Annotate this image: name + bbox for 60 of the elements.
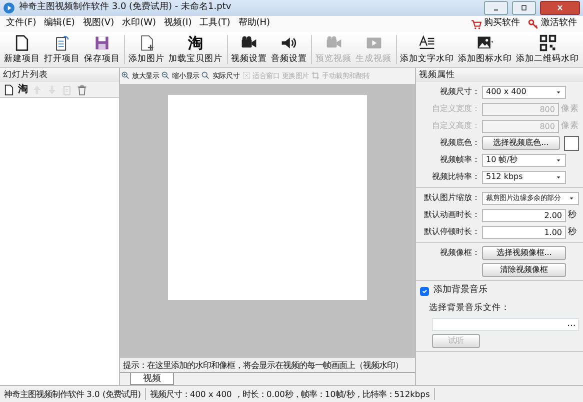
menu-item[interactable]: 视图(V) [78, 17, 118, 31]
toolbar-button[interactable]: 淘 加载宝贝图片 [166, 32, 224, 67]
browse-button[interactable]: ... [564, 318, 578, 332]
spin-field[interactable]: 1.00 [482, 226, 566, 238]
magnifier-icon [201, 71, 210, 80]
maximize-icon[interactable] [519, 3, 529, 13]
spin-field[interactable]: 2.00 [482, 208, 566, 222]
menu-item[interactable]: 编辑(E) [40, 17, 79, 31]
status-text: 视频尺寸：400 x 400 ，时长：0.00秒，帧率：10帧/秒，比特率：512kbps [146, 388, 435, 400]
menu-link[interactable]: 购买软件 [466, 17, 524, 31]
app-logo-icon [3, 2, 15, 14]
close-icon[interactable] [555, 3, 565, 13]
cart-icon [470, 18, 482, 30]
caret-icon [555, 156, 562, 164]
document-icon [13, 34, 31, 52]
file-path-field[interactable]: ... [432, 318, 579, 331]
dropdown[interactable]: 400 x 400 [482, 86, 566, 98]
toolbar-button[interactable]: 添加图片 [126, 32, 166, 67]
window-title: 神奇主图视频制作软件 3.0 (免费试用) - 未命名1.ptv [19, 1, 232, 14]
unit-label: 像素 [561, 120, 579, 132]
caret-icon [568, 194, 575, 202]
menu-item[interactable]: 帮助(H) [234, 17, 274, 31]
toolbar-button[interactable]: 视频设置 [229, 32, 269, 67]
panel-title: 视频属性 [416, 68, 583, 82]
checkbox[interactable] [420, 286, 429, 296]
open-file-icon [53, 34, 71, 52]
menu-link[interactable]: 激活软件 [524, 17, 581, 31]
field-label: 选择背景音乐文件： [428, 302, 510, 314]
toolbar-button[interactable]: 保存项目 [82, 32, 122, 67]
tao-glyph-icon[interactable]: 淘 [18, 82, 28, 97]
status-text: 神奇主图视频制作软件 3.0 (免费试用) [0, 388, 146, 400]
unit-label: 像素 [561, 102, 579, 116]
zoom-out-icon [161, 71, 170, 80]
crop-icon [311, 71, 320, 80]
checkbox-label: 添加背景音乐 [433, 284, 488, 298]
menu-item[interactable]: 视频(I) [160, 17, 196, 31]
dropdown[interactable]: 10 帧/秒 [482, 154, 566, 166]
unit-label: 秒 [568, 226, 577, 238]
dropdown[interactable]: 512 kbps [482, 170, 566, 184]
tab[interactable]: 视频 [130, 373, 174, 385]
toolbar-button[interactable]: 音频设置 [269, 32, 309, 67]
menu-item[interactable]: 工具(T) [196, 17, 234, 31]
toolbar-button[interactable]: 添加图标水印 [456, 32, 514, 67]
menu-item[interactable]: 水印(W) [118, 17, 160, 31]
menu-item[interactable]: 文件(F) [2, 17, 40, 31]
color-swatch [564, 136, 579, 150]
toolbar-button[interactable]: 打开项目 [42, 32, 82, 67]
toolbar-button[interactable]: 添加文字水印 [398, 32, 456, 67]
fit-window-icon [242, 71, 251, 80]
caret-icon [555, 88, 562, 96]
key-icon [528, 18, 539, 30]
trash-icon[interactable] [76, 84, 88, 96]
toolbar-button[interactable]: 添加二维码水印 [514, 32, 581, 67]
unit-label: 秒 [568, 208, 577, 222]
caret-icon [555, 174, 562, 180]
toolbar-button[interactable]: 新建项目 [2, 32, 42, 67]
zoom-in-icon [121, 71, 130, 80]
panel-title: 幻灯片列表 [0, 68, 119, 82]
tao-glyph-icon: 淘 [188, 34, 203, 52]
qr-code-icon [538, 34, 556, 52]
